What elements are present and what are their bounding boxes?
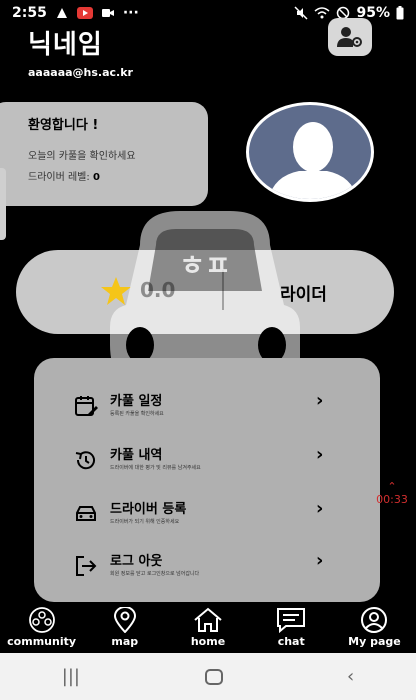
chevron-up-icon: ⌃	[387, 480, 397, 493]
nav-community[interactable]: community	[0, 603, 83, 653]
menu-card: 카풀 일정 등록된 카풀을 확인하세요 › 카풀 내역 드라이버에 대한 평가 …	[34, 358, 380, 602]
menu-item-driver-register[interactable]: 드라이버 등록 드라이버가 되기 위해 인증하세요 ›	[34, 496, 380, 546]
default-user-icon	[268, 122, 358, 199]
notification-icon	[56, 8, 67, 18]
video-icon	[101, 9, 114, 17]
recents-button[interactable]: |||	[62, 666, 80, 687]
status-time: 2:55	[12, 5, 47, 21]
floating-timer[interactable]: ⌃ 00:33	[372, 480, 412, 506]
nav-map[interactable]: map	[83, 603, 166, 653]
role-label: 라이더	[280, 285, 327, 305]
more-notifications-icon: ···	[122, 5, 139, 21]
chevron-right-icon: ›	[316, 444, 324, 465]
driver-level-value: 0	[92, 172, 100, 183]
nav-chat[interactable]: chat	[250, 603, 333, 653]
mute-icon	[294, 6, 309, 20]
welcome-subtitle: 오늘의 카풀을 확인하세요	[28, 151, 136, 162]
community-icon	[28, 607, 55, 633]
menu-title: 로그 아웃	[110, 554, 163, 569]
chevron-right-icon: ›	[316, 550, 324, 571]
menu-title: 카풀 내역	[110, 448, 163, 463]
nav-label: chat	[277, 635, 305, 648]
back-button[interactable]: ‹	[347, 666, 354, 687]
menu-subtitle: 드라이버에 대한 평가 및 리뷰를 남겨주세요	[110, 465, 201, 471]
profile-settings-button[interactable]	[328, 18, 372, 56]
battery-icon	[396, 6, 404, 20]
avatar[interactable]	[246, 102, 374, 202]
menu-item-carpool-history[interactable]: 카풀 내역 드라이버에 대한 평가 및 리뷰를 남겨주세요 ›	[34, 442, 380, 492]
nav-home[interactable]: home	[166, 603, 249, 653]
nav-label: map	[111, 635, 139, 648]
home-button[interactable]	[204, 668, 224, 686]
nav-label: community	[7, 635, 77, 648]
nickname: 닉네임	[28, 30, 103, 60]
chevron-right-icon: ›	[316, 390, 324, 411]
logout-icon	[76, 556, 97, 576]
rating-value: 0.0	[140, 278, 176, 302]
star-icon	[101, 277, 131, 305]
calendar-edit-icon	[75, 396, 98, 416]
driver-level-label: 드라이버 레벨:	[28, 172, 90, 183]
side-drawer-handle[interactable]	[0, 168, 6, 240]
driver-level: 드라이버 레벨: 0	[28, 168, 208, 183]
user-gear-icon	[337, 27, 362, 47]
menu-item-logout[interactable]: 로그 아웃 회원 정보를 닫고 로그인창으로 넘어갑니다 ›	[34, 548, 380, 598]
rating-divider	[222, 270, 224, 310]
bottom-nav: community map home chat My page	[0, 603, 416, 653]
menu-subtitle: 드라이버가 되기 위해 인증하세요	[110, 519, 180, 525]
nav-label: My page	[348, 635, 401, 648]
user-circle-icon	[361, 607, 388, 633]
welcome-card: 환영합니다 ! 오늘의 카풀을 확인하세요 드라이버 레벨: 0	[0, 102, 208, 206]
wifi-icon	[314, 7, 330, 19]
email: aaaaaa@hs.ac.kr	[28, 66, 133, 79]
youtube-icon	[76, 7, 93, 19]
system-nav-bar: ||| ‹	[0, 653, 416, 700]
map-pin-icon	[113, 607, 136, 633]
home-icon	[194, 607, 222, 632]
menu-title: 카풀 일정	[110, 394, 163, 409]
history-icon	[75, 451, 95, 470]
menu-subtitle: 회원 정보를 닫고 로그인창으로 넘어갑니다	[110, 571, 200, 577]
welcome-title: 환영합니다 !	[28, 118, 99, 133]
menu-item-carpool-schedule[interactable]: 카풀 일정 등록된 카풀을 확인하세요 ›	[34, 388, 380, 438]
menu-title: 드라이버 등록	[110, 502, 187, 517]
chat-icon	[277, 608, 306, 633]
chevron-right-icon: ›	[316, 498, 324, 519]
car-icon	[76, 506, 96, 521]
timer-text: 00:33	[376, 493, 408, 506]
nav-my-page[interactable]: My page	[333, 603, 416, 653]
nav-label: home	[190, 635, 226, 648]
menu-subtitle: 등록된 카풀을 확인하세요	[110, 411, 164, 417]
rating-card: 0.0 라이더	[16, 250, 394, 334]
